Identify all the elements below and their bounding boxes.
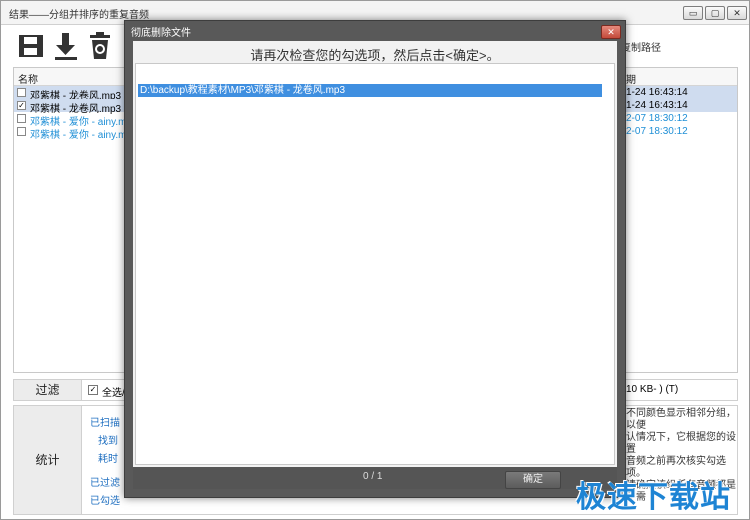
dialog-close-button[interactable]: ✕	[601, 25, 621, 39]
stat-scanned: 已扫描	[90, 418, 120, 429]
dialog-file-item[interactable]: D:\backup\教程素材\MP3\邓紫棋 - 龙卷风.mp3	[138, 84, 602, 97]
dialog-title: 彻底删除文件	[131, 28, 191, 39]
close-button[interactable]: ✕	[727, 6, 747, 20]
row-file-name: 邓紫棋 - 爱你 - ainy.mp3	[30, 130, 138, 141]
row-date: 2-07 18:30:12	[626, 113, 688, 124]
download-icon[interactable]	[51, 31, 81, 61]
help-line: 不同颜色显示相邻分组，以便	[626, 408, 736, 431]
filter-label: 过滤	[14, 380, 82, 400]
stats-label: 统计	[14, 406, 82, 514]
ok-button[interactable]: 确定	[505, 471, 561, 489]
column-date-header[interactable]: 期	[626, 71, 636, 86]
stat-found: 找到	[98, 436, 118, 447]
dialog-file-list: D:\backup\教程素材\MP3\邓紫棋 - 龙卷风.mp3	[135, 63, 615, 482]
row-checkbox[interactable]: ✓	[17, 101, 26, 110]
row-checkbox[interactable]	[17, 88, 26, 97]
dialog-count: 0 / 1	[363, 471, 383, 482]
maximize-button[interactable]: ▢	[705, 6, 725, 20]
save-icon[interactable]	[17, 31, 47, 61]
row-date: 1-24 16:43:14	[626, 87, 688, 98]
filter-size-text: 10 KB- ) (T)	[626, 384, 679, 395]
delete-dialog: 彻底删除文件 ✕ 请再次检查您的勾选项，然后点击<确定>。 D:\backup\…	[124, 20, 626, 498]
stat-checked: 已勾选	[90, 496, 120, 507]
help-line: 认情况下，它根据您的设置	[626, 432, 736, 455]
trash-icon[interactable]	[85, 31, 115, 61]
row-checkbox[interactable]	[17, 114, 26, 123]
copy-path-label[interactable]: 复制路径	[621, 39, 661, 54]
dialog-message: 请再次检查您的勾选项，然后点击<确定>。	[250, 48, 500, 63]
select-all-label[interactable]: 全选/	[102, 384, 125, 399]
stat-elapsed: 耗时	[98, 454, 118, 465]
minimize-button[interactable]: ▭	[683, 6, 703, 20]
window-title: 结果——分组并排序的重复音频	[9, 10, 149, 21]
select-all-checkbox[interactable]: ✓	[88, 385, 98, 395]
site-watermark: 极速下载站	[576, 481, 731, 514]
row-date: 1-24 16:43:14	[626, 100, 688, 111]
row-date: 2-07 18:30:12	[626, 126, 688, 137]
dialog-body: 请再次检查您的勾选项，然后点击<确定>。 D:\backup\教程素材\MP3\…	[133, 41, 617, 489]
stat-filtered: 已过滤	[90, 478, 120, 489]
column-name-header[interactable]: 名称	[18, 71, 38, 86]
row-checkbox[interactable]	[17, 127, 26, 136]
dialog-footer: 0 / 1 确定	[133, 467, 617, 489]
